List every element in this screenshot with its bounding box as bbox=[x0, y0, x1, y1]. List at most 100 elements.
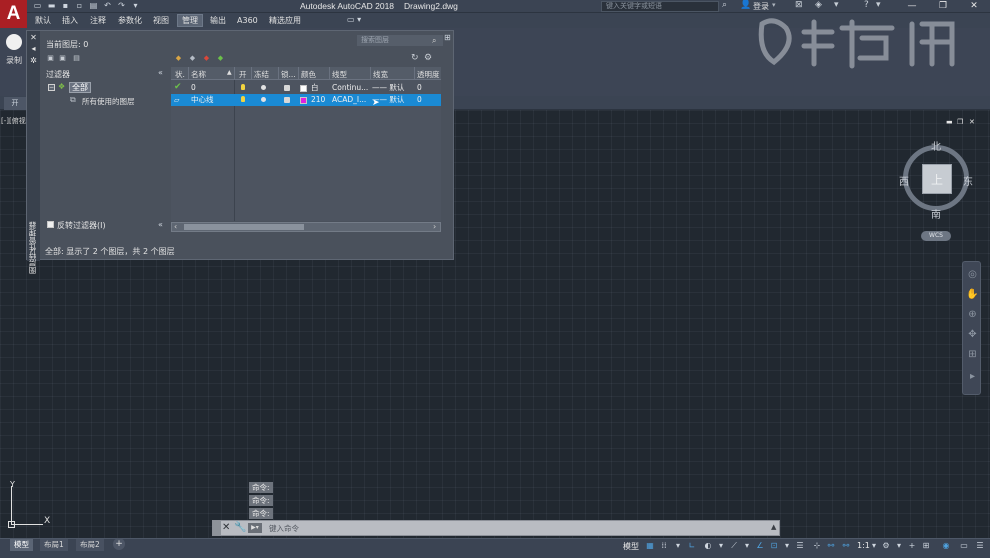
tab-view[interactable]: 视图 bbox=[149, 14, 173, 27]
tab-manage[interactable]: 管理 bbox=[177, 14, 203, 27]
close-icon[interactable]: ✕ bbox=[222, 522, 230, 533]
layer-name[interactable]: 中心线 bbox=[191, 95, 214, 105]
layout-tab-model[interactable]: 模型 bbox=[10, 539, 33, 551]
search-input[interactable]: 键入关键字或短语 bbox=[601, 1, 719, 12]
search-icon[interactable]: ⌕ bbox=[722, 0, 727, 10]
layer-unlock-icon[interactable] bbox=[284, 97, 290, 103]
recent-commands-icon[interactable]: ▶▾ bbox=[248, 523, 262, 533]
command-line-grip[interactable] bbox=[213, 521, 221, 535]
exchange-icon[interactable]: ⊠ bbox=[795, 0, 803, 10]
layer-color-name[interactable]: 白 bbox=[311, 83, 319, 93]
column-lock[interactable]: 锁... bbox=[281, 69, 296, 80]
compass-south[interactable]: 南 bbox=[931, 206, 941, 221]
customization-icon[interactable]: ☰ bbox=[975, 541, 985, 551]
layer-name[interactable]: 0 bbox=[191, 83, 196, 93]
column-divider[interactable] bbox=[414, 67, 415, 80]
orbit-icon[interactable]: ✥ bbox=[966, 328, 979, 341]
column-divider[interactable] bbox=[370, 67, 371, 80]
layout-tab-layout1[interactable]: 布局1 bbox=[40, 539, 68, 551]
new-layer-icon[interactable]: ◆ bbox=[174, 54, 183, 62]
delete-layer-icon[interactable]: ◆ bbox=[202, 54, 211, 62]
open-folder-icon[interactable]: ▬ bbox=[47, 1, 56, 10]
layer-list-scrollbar[interactable]: ‹ › bbox=[171, 222, 441, 232]
invert-filter-checkbox[interactable] bbox=[47, 221, 54, 228]
snap-icon[interactable]: ⁞⁞ bbox=[659, 541, 669, 551]
palette-autohide-icon[interactable]: ◂ bbox=[29, 44, 38, 53]
print-icon[interactable]: ▤ bbox=[89, 1, 98, 10]
viewcube-top-face[interactable]: 上 bbox=[922, 164, 952, 194]
units-icon[interactable]: ⊞ bbox=[921, 541, 931, 551]
close-button[interactable]: ✕ bbox=[959, 0, 989, 13]
layer-thaw-sun-icon[interactable] bbox=[261, 97, 266, 102]
column-divider[interactable] bbox=[298, 67, 299, 80]
caret-icon[interactable]: ▾ bbox=[834, 0, 839, 10]
model-space-toggle[interactable]: 模型 bbox=[623, 541, 639, 552]
object-snap-tracking-icon[interactable]: ∠ bbox=[755, 541, 765, 551]
compass-east[interactable]: 东 bbox=[963, 173, 973, 188]
column-transparency[interactable]: 透明度 bbox=[417, 69, 440, 80]
customize-wrench-icon[interactable]: 🔧 bbox=[234, 522, 246, 533]
column-color[interactable]: 颜色 bbox=[301, 69, 316, 80]
layer-color-swatch[interactable] bbox=[300, 97, 307, 104]
lineweight-icon[interactable]: ☰ bbox=[795, 541, 805, 551]
pan-icon[interactable]: ✋ bbox=[966, 288, 979, 301]
clean-screen-icon[interactable]: ▭ bbox=[959, 541, 969, 551]
settings-gear-icon[interactable]: ⚙ bbox=[424, 53, 432, 63]
set-current-icon[interactable]: ◆ bbox=[216, 54, 225, 62]
viewport-restore-icon[interactable]: ❐ bbox=[957, 118, 963, 126]
refresh-icon[interactable]: ↻ bbox=[411, 53, 419, 63]
layer-color-name[interactable]: 210 bbox=[311, 95, 325, 105]
new-property-filter-icon[interactable]: ▣ bbox=[46, 54, 55, 62]
help-dropdown-icon[interactable]: ▾ bbox=[876, 0, 881, 10]
command-history-toggle-icon[interactable]: ▲ bbox=[771, 523, 776, 531]
undo-icon[interactable]: ↶ bbox=[103, 1, 112, 10]
layer-search-input[interactable]: 搜索图层 bbox=[357, 35, 443, 46]
ribbon-display-toggle-icon[interactable]: ▭ ▾ bbox=[347, 15, 361, 24]
layer-transparency[interactable]: 0 bbox=[417, 83, 422, 93]
column-divider[interactable] bbox=[329, 67, 330, 80]
ortho-icon[interactable]: ∟ bbox=[687, 541, 697, 551]
column-divider[interactable] bbox=[251, 67, 252, 80]
compass-north[interactable]: 北 bbox=[931, 138, 941, 153]
column-divider[interactable] bbox=[234, 67, 235, 80]
viewport-minimize-icon[interactable]: ▬ bbox=[946, 118, 953, 126]
a360-icon[interactable]: ◈ bbox=[815, 0, 822, 10]
layout-tab-layout2[interactable]: 布局2 bbox=[76, 539, 104, 551]
add-layout-icon[interactable]: + bbox=[113, 538, 125, 550]
login-dropdown-icon[interactable]: ▾ bbox=[772, 1, 776, 9]
new-group-filter-icon[interactable]: ▣ bbox=[58, 54, 67, 62]
column-divider[interactable] bbox=[278, 67, 279, 80]
auto-scale-icon[interactable]: ⚯ bbox=[841, 541, 851, 551]
tree-collapse-toggle[interactable]: − bbox=[48, 84, 55, 91]
record-icon[interactable] bbox=[6, 34, 22, 50]
tab-default[interactable]: 默认 bbox=[31, 14, 55, 27]
layer-row[interactable]: ✔ 0 白 Continu... —— 默认 0 bbox=[171, 82, 441, 94]
save-icon[interactable]: ▪ bbox=[61, 1, 70, 10]
qat-dropdown-icon[interactable]: ▾ bbox=[131, 1, 140, 10]
annotation-scale-value[interactable]: 1:1 bbox=[857, 541, 870, 550]
navbar-menu-icon[interactable]: ▸ bbox=[966, 370, 979, 383]
layer-linetype[interactable]: Continu... bbox=[332, 83, 368, 93]
scroll-left-icon[interactable]: ‹ bbox=[174, 222, 177, 231]
invert-filter-label[interactable]: 反转过滤器(I) bbox=[57, 220, 106, 231]
command-input[interactable]: 键入命令 bbox=[269, 523, 299, 534]
column-freeze[interactable]: 冻结 bbox=[254, 69, 269, 80]
viewport-controls-label[interactable]: [-][俯视 bbox=[1, 116, 26, 126]
scroll-right-icon[interactable]: › bbox=[433, 222, 436, 231]
column-on[interactable]: 开 bbox=[239, 69, 247, 80]
column-sort-icon[interactable]: ▲ bbox=[227, 69, 232, 76]
object-snap-dropdown-icon[interactable]: ▾ bbox=[782, 541, 792, 551]
compass-west[interactable]: 西 bbox=[899, 173, 909, 188]
tab-insert[interactable]: 插入 bbox=[58, 14, 82, 27]
annotation-monitor-icon[interactable]: + bbox=[907, 541, 917, 551]
steering-wheel-icon[interactable]: ◎ bbox=[966, 268, 979, 281]
record-label[interactable]: 录制 bbox=[6, 55, 22, 66]
layer-color-swatch[interactable] bbox=[300, 85, 307, 92]
showmotion-icon[interactable]: ⊞ bbox=[966, 348, 979, 361]
tab-output[interactable]: 输出 bbox=[206, 14, 230, 27]
snap-dropdown-icon[interactable]: ▾ bbox=[673, 541, 683, 551]
viewport-close-icon[interactable]: ✕ bbox=[969, 118, 975, 126]
app-logo[interactable]: A bbox=[0, 0, 27, 28]
scrollbar-thumb[interactable] bbox=[184, 224, 304, 230]
palette-properties-icon[interactable]: ✲ bbox=[29, 56, 38, 65]
